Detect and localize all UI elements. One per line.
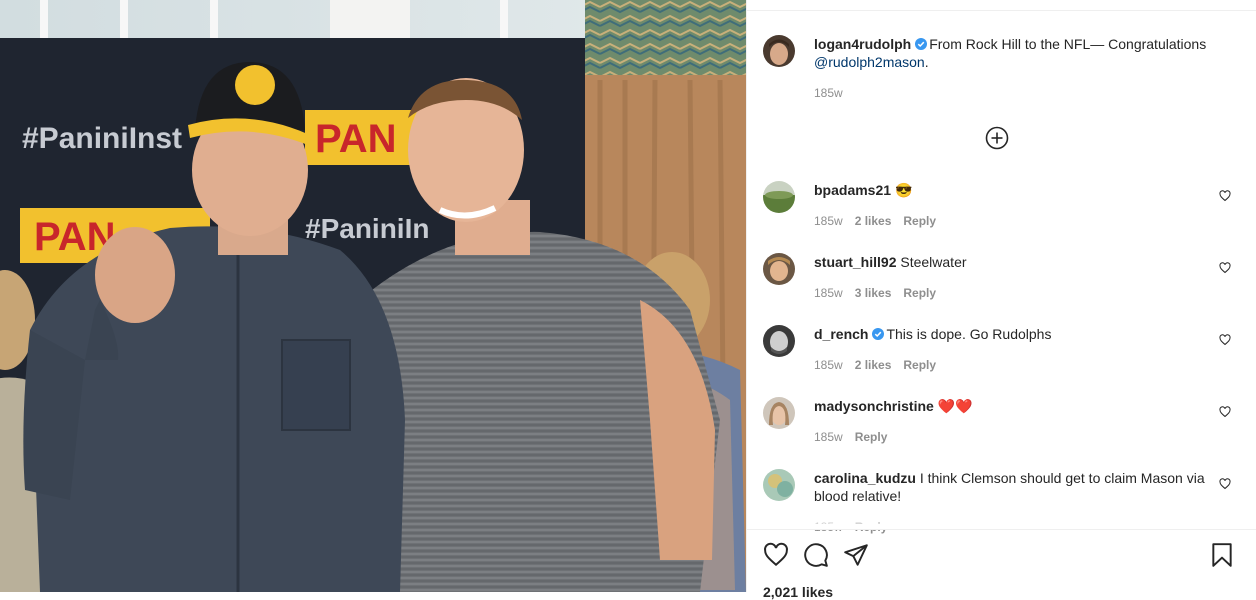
- caption-text: From Rock Hill to the NFL— Congratulatio…: [929, 36, 1207, 52]
- avatar-photo: [763, 181, 795, 213]
- verified-badge-icon: [915, 38, 928, 50]
- post-photo-graphic: #PaniniInst #PaniniIn # PAN PAN AN: [0, 0, 746, 592]
- comment-like-heart-icon[interactable]: [1219, 334, 1231, 346]
- avatar-photo: [763, 35, 795, 67]
- comment-username[interactable]: d_rench: [814, 326, 868, 342]
- svg-text:PAN: PAN: [315, 117, 396, 161]
- comment-avatar[interactable]: [763, 253, 795, 285]
- svg-text:#PaniniInst: #PaniniInst: [22, 122, 182, 155]
- comment-age[interactable]: 185w: [814, 214, 843, 228]
- comment-avatar[interactable]: [763, 181, 795, 213]
- comment-likes[interactable]: 2 likes: [855, 214, 892, 228]
- post-photo[interactable]: #PaniniInst #PaniniIn # PAN PAN AN: [0, 0, 746, 592]
- comment-age[interactable]: 185w: [814, 286, 843, 300]
- comment-age[interactable]: 185w: [814, 358, 843, 372]
- comment-item: stuart_hill92 Steelwater: [814, 253, 1214, 271]
- avatar-photo: [763, 469, 795, 501]
- svg-text:#PaniniIn: #PaniniIn: [305, 213, 429, 244]
- comment-like-heart-icon[interactable]: [1219, 406, 1231, 418]
- comment-avatar[interactable]: [763, 469, 795, 501]
- like-heart-icon[interactable]: [763, 542, 789, 568]
- avatar-photo: [763, 325, 795, 357]
- comment-text: ❤️❤️: [937, 398, 973, 414]
- caption-mention-link[interactable]: @rudolph2mason: [814, 54, 925, 70]
- load-more-comments-button[interactable]: [985, 126, 1009, 150]
- comment-likes[interactable]: 3 likes: [855, 286, 892, 300]
- comment-avatar[interactable]: [763, 325, 795, 357]
- save-bookmark-icon[interactable]: [1209, 542, 1235, 568]
- caption-meta: 185w: [814, 86, 855, 100]
- comment-item: madysonchristine ❤️❤️: [814, 397, 1214, 415]
- caption-end: .: [924, 54, 929, 70]
- reply-button[interactable]: Reply: [903, 286, 936, 300]
- reply-button[interactable]: Reply: [855, 430, 888, 444]
- comment-username[interactable]: carolina_kudzu: [814, 470, 916, 486]
- author-username[interactable]: logan4rudolph: [814, 36, 911, 52]
- comment-meta: 185w 2 likes Reply: [814, 214, 948, 228]
- verified-badge-icon: [872, 328, 885, 340]
- comment-text: Steelwater: [900, 254, 967, 270]
- share-paper-plane-icon[interactable]: [843, 542, 869, 568]
- comment-likes[interactable]: 2 likes: [855, 358, 892, 372]
- comment-age[interactable]: 185w: [814, 430, 843, 444]
- comment-item: carolina_kudzu I think Clemson should ge…: [814, 469, 1214, 505]
- comment-username[interactable]: bpadams21: [814, 182, 891, 198]
- avatar-photo: [763, 253, 795, 285]
- like-count[interactable]: 2,021 likes: [763, 584, 833, 600]
- comment-meta: 185w 3 likes Reply: [814, 286, 948, 300]
- divider: [747, 529, 1256, 530]
- reply-button[interactable]: Reply: [903, 214, 936, 228]
- comment-like-heart-icon[interactable]: [1219, 478, 1231, 490]
- comment-text: This is dope. Go Rudolphs: [886, 326, 1052, 342]
- comment-username[interactable]: madysonchristine: [814, 398, 934, 414]
- reply-button[interactable]: Reply: [903, 358, 936, 372]
- comment-username[interactable]: stuart_hill92: [814, 254, 896, 270]
- comment-like-heart-icon[interactable]: [1219, 262, 1231, 274]
- comment-text: 😎: [894, 182, 913, 198]
- avatar-photo: [763, 397, 795, 429]
- post-details-panel: logan4rudolph From Rock Hill to the NFL— …: [746, 0, 1256, 600]
- author-avatar[interactable]: [763, 35, 795, 67]
- comment-item: bpadams21 😎: [814, 181, 1214, 199]
- post-caption: logan4rudolph From Rock Hill to the NFL— …: [814, 35, 1234, 71]
- comment-meta: 185w Reply: [814, 430, 899, 444]
- divider: [747, 10, 1256, 11]
- comment-bubble-icon[interactable]: [803, 542, 829, 568]
- comment-like-heart-icon[interactable]: [1219, 190, 1231, 202]
- comment-item: d_rench This is dope. Go Rudolphs: [814, 325, 1214, 343]
- comment-avatar[interactable]: [763, 397, 795, 429]
- post-timestamp[interactable]: 185w: [814, 86, 843, 100]
- comment-meta: 185w 2 likes Reply: [814, 358, 948, 372]
